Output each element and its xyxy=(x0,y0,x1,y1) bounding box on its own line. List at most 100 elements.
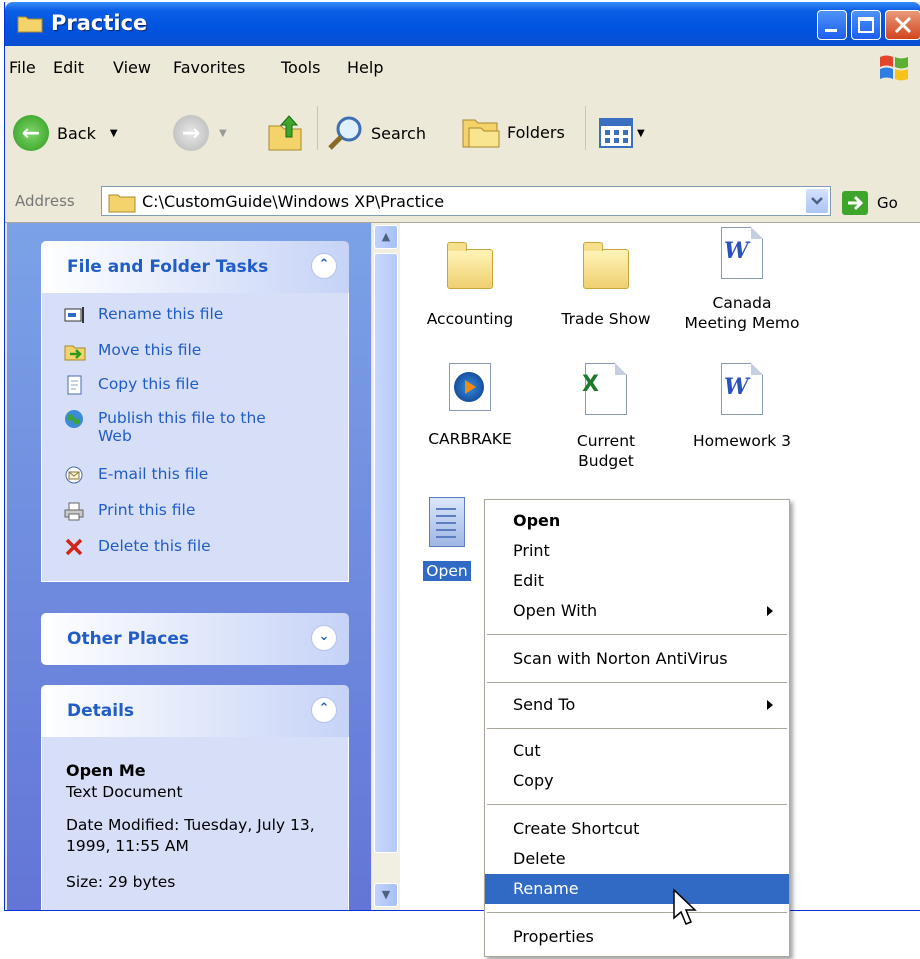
menu-file[interactable]: File xyxy=(9,58,36,77)
ctx-open[interactable]: Open xyxy=(485,506,789,536)
expand-chevron-icon[interactable]: ⌄ xyxy=(311,625,337,651)
close-icon xyxy=(894,16,912,34)
views-button[interactable]: ▼ xyxy=(599,118,645,148)
details-size: Size: 29 bytes xyxy=(66,873,176,891)
submenu-arrow-icon xyxy=(767,606,773,616)
file-name: Current Budget xyxy=(576,432,636,470)
menu-tools[interactable]: Tools xyxy=(281,58,320,77)
minimize-button[interactable] xyxy=(817,10,847,40)
ctx-edit[interactable]: Edit xyxy=(485,566,789,596)
back-button[interactable]: ← Back ▼ xyxy=(13,115,118,151)
file-item-selected[interactable]: Open xyxy=(412,497,482,581)
ctx-delete[interactable]: Delete xyxy=(485,844,789,874)
ctx-label: Delete xyxy=(513,849,566,868)
maximize-button[interactable] xyxy=(851,10,881,40)
go-label: Go xyxy=(877,194,898,212)
chevron-down-icon: ▼ xyxy=(219,127,227,139)
file-item[interactable]: Accounting xyxy=(400,241,540,329)
file-item[interactable]: W Homework 3 xyxy=(672,363,812,451)
other-places-title: Other Places xyxy=(67,629,189,649)
file-item[interactable]: CARBRAKE xyxy=(400,363,540,449)
task-print[interactable]: Print this file xyxy=(64,501,195,521)
forward-button[interactable]: → ▼ xyxy=(173,115,227,151)
menu-view[interactable]: View xyxy=(113,58,151,77)
mouse-pointer-icon xyxy=(673,888,697,925)
file-item[interactable]: X Current Budget xyxy=(536,363,676,471)
ctx-label: Rename xyxy=(513,879,579,898)
task-pane-scrollbar[interactable]: ▲ ▼ xyxy=(371,223,400,910)
move-icon xyxy=(64,345,86,361)
printer-icon xyxy=(64,502,84,521)
address-label: Address xyxy=(15,192,75,210)
details-title: Details xyxy=(67,701,135,721)
menu-separator xyxy=(487,912,787,913)
toolbar-separator xyxy=(317,106,318,150)
details-file-name: Open Me xyxy=(66,761,146,780)
file-item[interactable]: W Canada Meeting Memo xyxy=(672,227,812,333)
ctx-properties[interactable]: Properties xyxy=(485,922,789,952)
ctx-send-to[interactable]: Send To xyxy=(485,690,789,720)
folders-label: Folders xyxy=(507,122,565,142)
ctx-open-with[interactable]: Open With xyxy=(485,596,789,626)
task-email[interactable]: E-mail this file xyxy=(64,465,208,485)
delete-x-icon xyxy=(65,538,83,556)
scroll-down-button[interactable]: ▼ xyxy=(374,883,398,907)
chevron-down-icon: ▼ xyxy=(637,127,645,139)
menu-separator xyxy=(487,634,787,635)
menu-separator xyxy=(487,682,787,683)
text-doc-icon xyxy=(429,497,465,547)
menu-favorites[interactable]: Favorites xyxy=(173,58,245,77)
ctx-cut[interactable]: Cut xyxy=(485,736,789,766)
email-icon xyxy=(65,466,83,484)
address-input[interactable]: C:\CustomGuide\Windows XP\Practice xyxy=(101,186,831,216)
scroll-thumb[interactable] xyxy=(374,253,398,853)
file-item[interactable]: Trade Show xyxy=(536,241,676,329)
other-places-header[interactable]: Other Places ⌄ xyxy=(41,613,349,665)
ctx-scan-norton[interactable]: Scan with Norton AntiVirus xyxy=(485,644,789,674)
ctx-create-shortcut[interactable]: Create Shortcut xyxy=(485,814,789,844)
ctx-label: Properties xyxy=(513,927,594,946)
scroll-up-button[interactable]: ▲ xyxy=(374,225,398,249)
task-delete[interactable]: Delete this file xyxy=(64,537,211,557)
window-title: Practice xyxy=(51,11,148,35)
up-folder-icon xyxy=(268,115,302,151)
back-arrow-icon: ← xyxy=(13,115,49,151)
ctx-label: Print xyxy=(513,541,550,560)
ctx-print[interactable]: Print xyxy=(485,536,789,566)
task-label: Print this file xyxy=(98,501,196,519)
folders-button[interactable]: Folders xyxy=(461,114,565,150)
ctx-label: Copy xyxy=(513,771,554,790)
menu-help[interactable]: Help xyxy=(347,58,383,77)
collapse-chevron-icon[interactable]: ⌃ xyxy=(311,697,337,723)
file-name: Trade Show xyxy=(561,310,651,328)
task-label: Copy this file xyxy=(98,375,200,393)
ctx-label: Open With xyxy=(513,601,598,620)
address-dropdown-button[interactable] xyxy=(806,189,828,213)
ctx-copy[interactable]: Copy xyxy=(485,766,789,796)
task-label: Move this file xyxy=(98,341,202,359)
chevron-down-icon xyxy=(811,197,823,205)
go-button[interactable]: Go xyxy=(841,190,898,216)
close-button[interactable] xyxy=(885,10,920,40)
file-name: Homework 3 xyxy=(692,432,792,450)
details-date-modified: Date Modified: Tuesday, July 13, 1999, 1… xyxy=(66,816,315,855)
copy-icon xyxy=(67,375,82,395)
file-folder-tasks-header[interactable]: File and Folder Tasks ⌃ xyxy=(41,241,349,293)
title-bar[interactable]: Practice xyxy=(5,2,920,46)
go-arrow-icon xyxy=(842,191,868,215)
task-rename[interactable]: Rename this file xyxy=(64,305,223,325)
views-icon xyxy=(599,118,633,148)
search-button[interactable]: Search xyxy=(327,114,426,152)
collapse-chevron-icon[interactable]: ⌃ xyxy=(311,253,337,279)
word-doc-icon: W xyxy=(721,227,763,279)
task-move[interactable]: Move this file xyxy=(64,341,201,361)
details-header[interactable]: Details ⌃ xyxy=(41,685,349,737)
ctx-rename[interactable]: Rename xyxy=(485,874,789,904)
task-publish[interactable]: Publish this file to the Web xyxy=(64,409,284,445)
file-folder-tasks-body: Rename this file Move this file Copy thi… xyxy=(41,293,349,582)
menu-edit[interactable]: Edit xyxy=(53,58,84,77)
task-label: Rename this file xyxy=(98,305,224,323)
up-folder-button[interactable] xyxy=(267,112,303,152)
folder-icon xyxy=(583,242,629,289)
task-copy[interactable]: Copy this file xyxy=(64,375,199,395)
